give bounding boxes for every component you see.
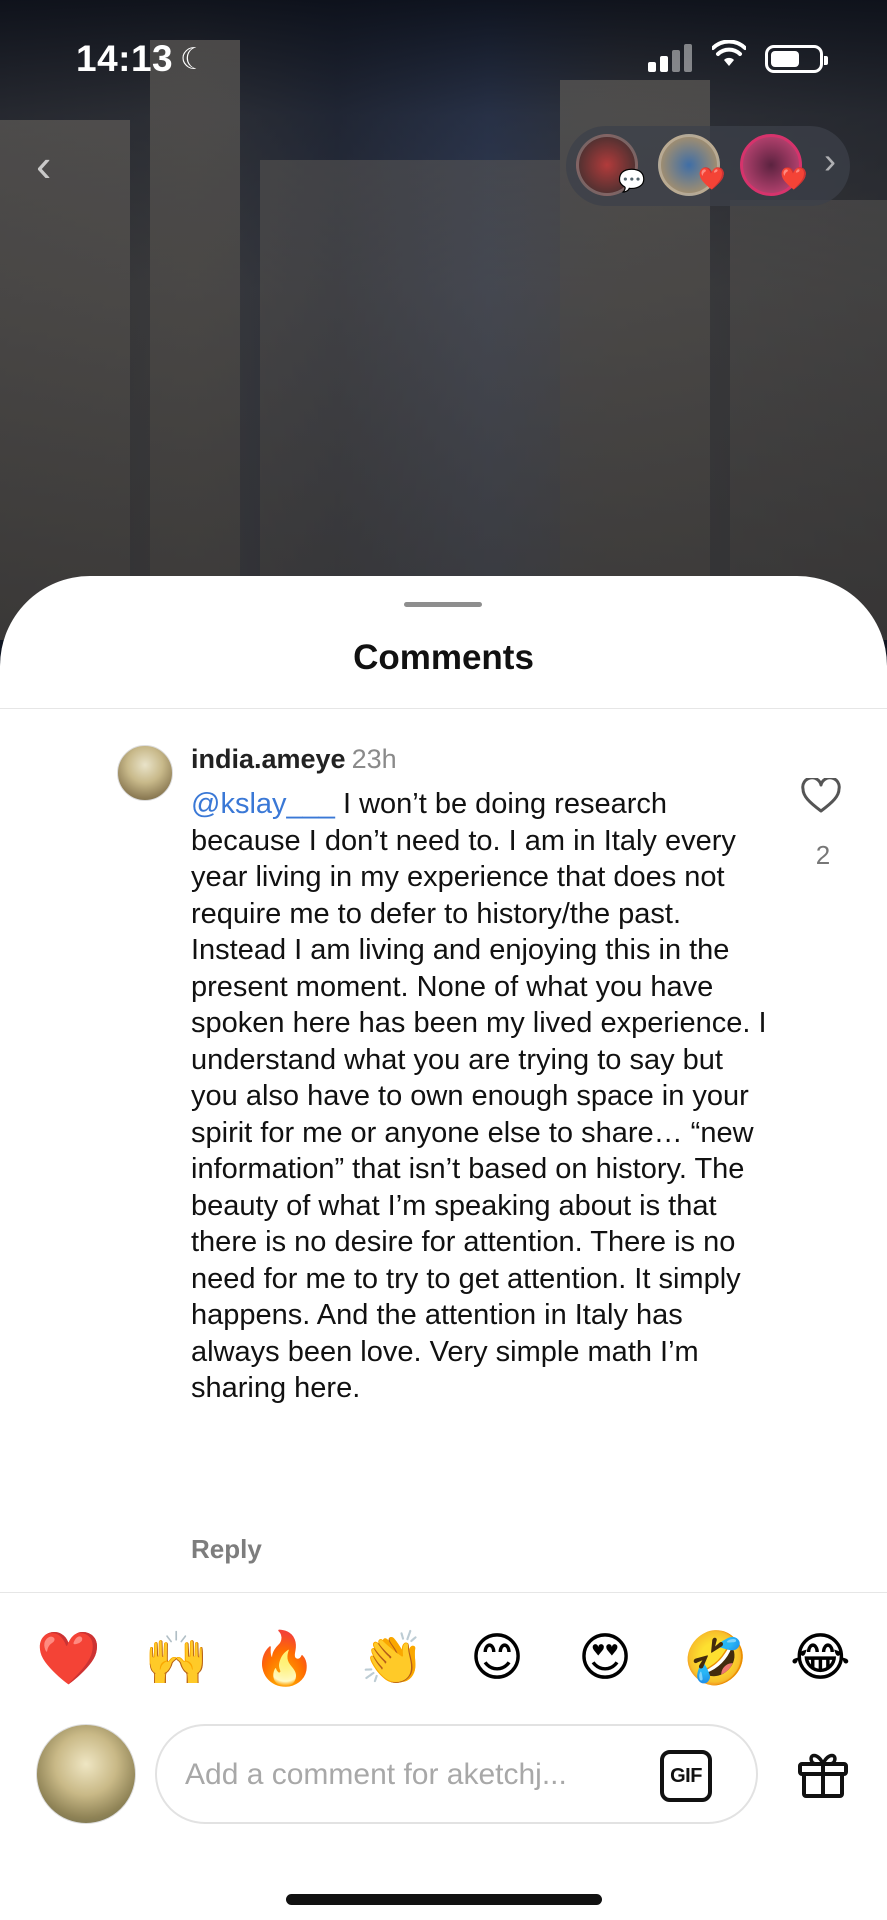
- commenter-avatar[interactable]: [117, 745, 173, 801]
- heart-outline-icon[interactable]: [801, 776, 841, 819]
- comment-username[interactable]: india.ameye: [191, 744, 346, 774]
- signal-icon: [648, 44, 692, 72]
- sheet-title: Comments: [353, 638, 534, 677]
- story-avatar-tray[interactable]: 💬 ❤️ ❤️ ›: [566, 126, 850, 206]
- divider: [0, 708, 887, 709]
- reaction-raised-hands[interactable]: 🙌: [144, 1628, 209, 1689]
- chevron-left-icon[interactable]: ‹: [36, 138, 51, 192]
- comment-input[interactable]: Add a comment for aketchj... GIF: [155, 1724, 758, 1824]
- reaction-rofl[interactable]: 🤣: [683, 1628, 748, 1689]
- comment-bubble-icon: 💬: [618, 168, 646, 193]
- comment-input-placeholder: Add a comment for aketchj...: [185, 1758, 567, 1791]
- reaction-smile[interactable]: 😊: [467, 1628, 527, 1688]
- moon-icon: ☾: [180, 43, 207, 76]
- reaction-joy[interactable]: 😂: [790, 1628, 851, 1688]
- current-user-avatar: [36, 1724, 136, 1824]
- battery-icon: [765, 45, 828, 73]
- comment-text: I won’t be doing research because I don’…: [191, 788, 767, 1404]
- comment-mention[interactable]: @kslay___: [191, 788, 335, 820]
- reply-button[interactable]: Reply: [191, 1534, 262, 1565]
- chevron-right-icon[interactable]: ›: [824, 140, 836, 182]
- reaction-clap[interactable]: 👏: [360, 1628, 425, 1689]
- heart-badge-icon: ❤️: [780, 166, 808, 191]
- status-time: 14:13: [76, 38, 174, 79]
- gif-button[interactable]: GIF: [660, 1750, 712, 1802]
- like-count: 2: [815, 840, 831, 870]
- reaction-heart[interactable]: ❤️: [36, 1628, 101, 1689]
- home-indicator: [286, 1894, 602, 1905]
- comments-sheet: Comments india.ameye 23h @kslay___ I won’…: [0, 576, 887, 1920]
- reaction-heart-eyes[interactable]: 😍: [575, 1628, 635, 1688]
- heart-badge-icon: ❤️: [698, 166, 726, 191]
- comment-body: @kslay___ I won’t be doing research beca…: [191, 786, 771, 1407]
- gift-icon[interactable]: [796, 1748, 850, 1803]
- wifi-icon: [711, 39, 747, 76]
- comment-header: india.ameye 23h: [191, 744, 397, 775]
- sheet-grabber[interactable]: [404, 602, 482, 607]
- divider: [0, 1592, 887, 1593]
- reaction-fire[interactable]: 🔥: [252, 1628, 317, 1689]
- status-bar: 14:13 ☾: [0, 0, 887, 118]
- comment-time: 23h: [351, 744, 397, 774]
